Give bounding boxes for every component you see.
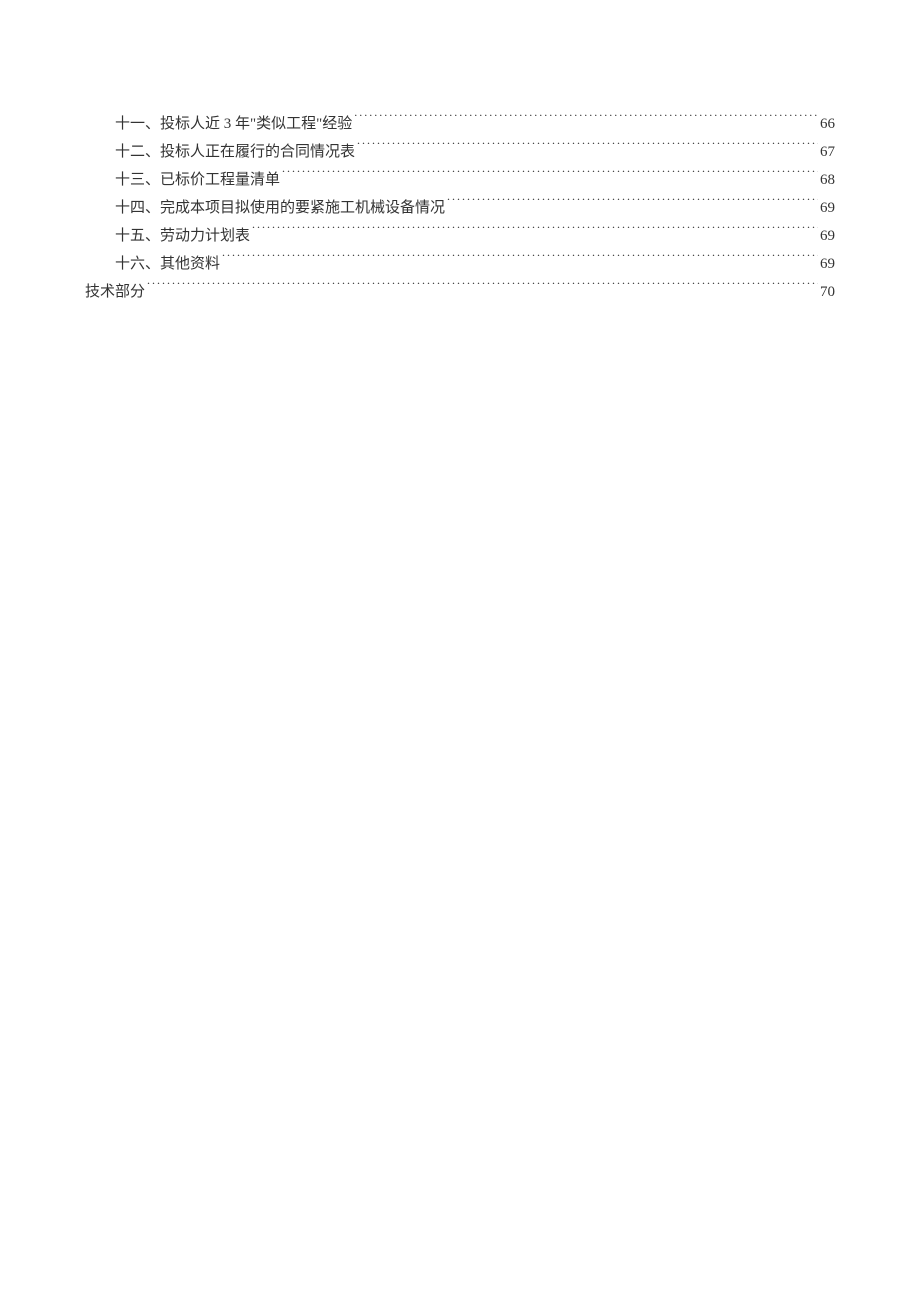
toc-title: 十四、完成本项目拟使用的要紧施工机械设备情况	[115, 194, 445, 222]
toc-leader-dots	[282, 169, 818, 184]
toc-entry: 技术部分 70	[85, 278, 835, 306]
toc-leader-dots	[447, 197, 818, 212]
toc-leader-dots	[354, 113, 818, 128]
table-of-contents: 十一、投标人近 3 年"类似工程"经验 66 十二、投标人正在履行的合同情况表 …	[85, 110, 835, 306]
toc-page-number: 66	[820, 110, 835, 138]
toc-leader-dots	[147, 281, 818, 296]
toc-page-number: 70	[820, 278, 835, 306]
toc-entry: 十一、投标人近 3 年"类似工程"经验 66	[85, 110, 835, 138]
toc-title: 十三、已标价工程量清单	[115, 166, 280, 194]
toc-page-number: 69	[820, 194, 835, 222]
toc-entry: 十二、投标人正在履行的合同情况表 67	[85, 138, 835, 166]
toc-title: 技术部分	[85, 278, 145, 306]
toc-entry: 十四、完成本项目拟使用的要紧施工机械设备情况 69	[85, 194, 835, 222]
toc-page-number: 68	[820, 166, 835, 194]
toc-leader-dots	[357, 141, 818, 156]
toc-page-number: 69	[820, 250, 835, 278]
toc-entry: 十五、劳动力计划表 69	[85, 222, 835, 250]
toc-title: 十二、投标人正在履行的合同情况表	[115, 138, 355, 166]
toc-page-number: 67	[820, 138, 835, 166]
toc-leader-dots	[222, 253, 818, 268]
toc-leader-dots	[252, 225, 818, 240]
toc-title: 十五、劳动力计划表	[115, 222, 250, 250]
toc-entry: 十六、其他资料 69	[85, 250, 835, 278]
toc-title: 十六、其他资料	[115, 250, 220, 278]
toc-entry: 十三、已标价工程量清单 68	[85, 166, 835, 194]
toc-page-number: 69	[820, 222, 835, 250]
toc-title: 十一、投标人近 3 年"类似工程"经验	[115, 110, 352, 138]
